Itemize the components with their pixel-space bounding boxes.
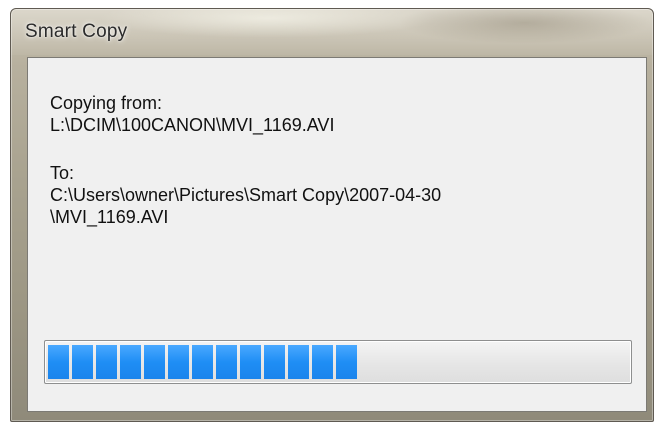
progress-block (168, 345, 189, 379)
progress-track (48, 345, 628, 379)
source-path: L:\DCIM\100CANON\MVI_1169.AVI (50, 115, 335, 135)
progress-block (120, 345, 141, 379)
progress-block (192, 345, 213, 379)
progress-block (48, 345, 69, 379)
dialog-content: Copying from: L:\DCIM\100CANON\MVI_1169.… (27, 57, 647, 412)
title-bar[interactable]: Smart Copy (11, 9, 653, 55)
progress-block (216, 345, 237, 379)
window-title: Smart Copy (25, 21, 128, 42)
progress-block (336, 345, 357, 379)
progress-block (312, 345, 333, 379)
progress-block (144, 345, 165, 379)
destination-path-line2: \MVI_1169.AVI (50, 207, 169, 227)
progress-block (288, 345, 309, 379)
progress-block (264, 345, 285, 379)
copying-from-label: Copying from: (50, 93, 163, 113)
progress-block (72, 345, 93, 379)
smart-copy-window: Smart Copy Copying from: L:\DCIM\100CANO… (10, 8, 654, 422)
progress-block (96, 345, 117, 379)
to-label: To: (50, 163, 75, 183)
progress-block (240, 345, 261, 379)
destination-path-line1: C:\Users\owner\Pictures\Smart Copy\2007-… (50, 185, 442, 205)
copy-progress-bar (44, 340, 632, 384)
